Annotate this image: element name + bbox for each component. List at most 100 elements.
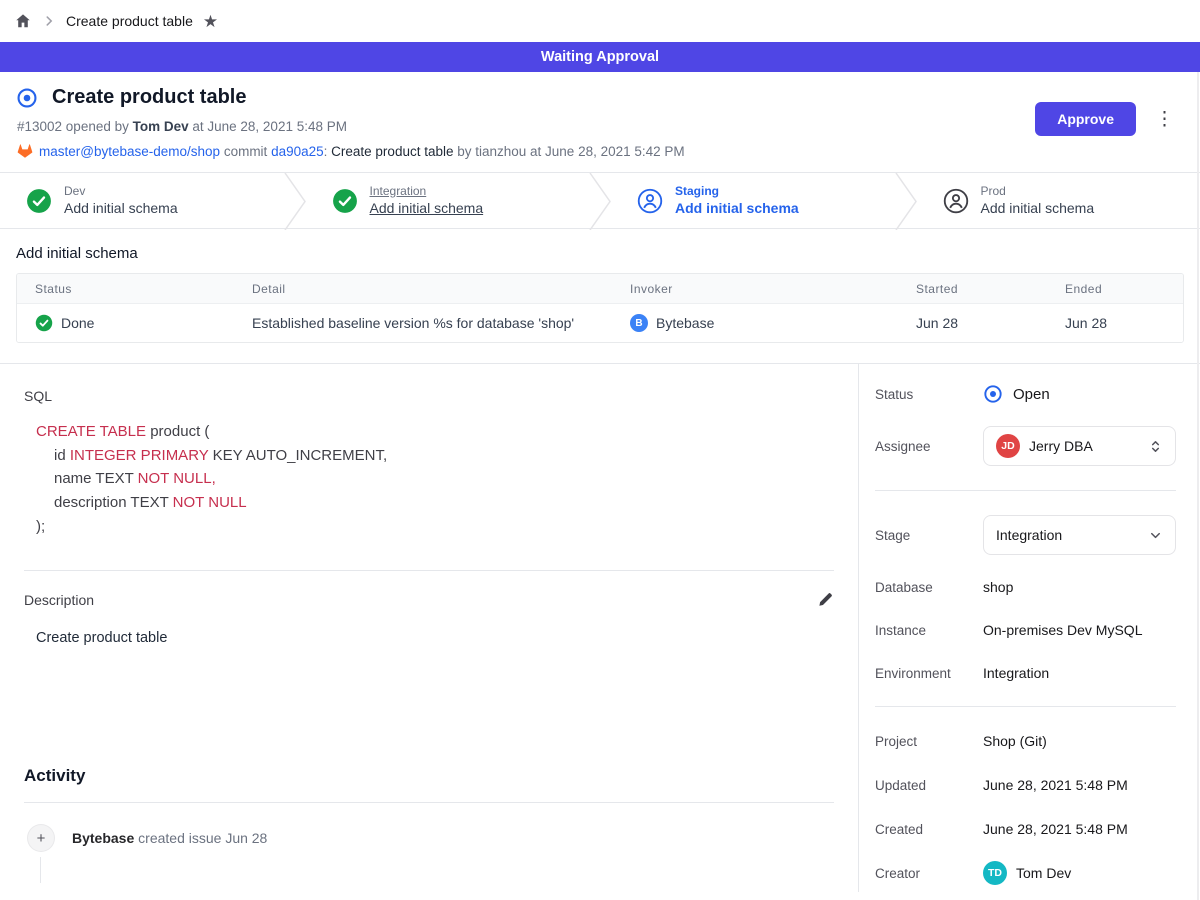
stage-separator [895,173,917,228]
breadcrumb: Create product table ★ [0,0,1200,42]
issue-sidebar: Status Open Assignee JD Jerry DBA [858,364,1200,892]
creator-avatar: TD [983,861,1007,885]
stage-prod[interactable]: Prod Add initial schema [917,173,1200,228]
status-label: Status [875,387,983,402]
git-commit-hash-link[interactable]: da90a25 [271,144,324,159]
bytebase-issue-page: Create product table ★ Waiting Approval … [0,0,1200,900]
activity-actor: Bytebase [72,830,134,846]
description-label: Description [24,592,94,608]
status-value: Open [1013,386,1050,403]
done-check-icon [35,314,53,332]
col-status: Status [17,282,234,296]
activity-item: + Bytebase created issue Jun 28 [28,825,834,851]
activity-section-title: Activity [24,766,834,786]
task-status: Done [61,315,94,331]
page-title: Create product table [52,86,246,109]
project-label: Project [875,734,983,749]
stage-separator [284,173,306,228]
col-detail: Detail [234,282,612,296]
assignee-select[interactable]: JD Jerry DBA [983,426,1176,466]
sql-line: description TEXT NOT NULL [36,491,834,515]
pipeline-stage-bar: Dev Add initial schema Integration Add i… [0,172,1200,229]
stage-task-label: Add initial schema [64,199,178,217]
stage-task-label: Add initial schema [675,199,799,217]
divider [875,706,1176,707]
git-commit-author-time: by tianzhou at June 28, 2021 5:42 PM [453,144,684,159]
unfold-chevrons-icon [1148,439,1163,454]
task-section-title: Add initial schema [16,245,1200,262]
sql-line: id INTEGER PRIMARY KEY AUTO_INCREMENT, [36,444,834,468]
issue-meta-prefix: #13002 opened by [17,119,133,134]
favorite-star-icon[interactable]: ★ [203,13,218,30]
updated-label: Updated [875,778,983,793]
git-commit-message: Create product table [331,144,453,159]
assignee-label: Assignee [875,439,983,454]
stage-label: Stage [875,528,983,543]
assignee-value: Jerry DBA [1029,438,1093,454]
home-icon[interactable] [14,12,32,30]
instance-label: Instance [875,623,983,638]
scrollbar-track[interactable] [1197,72,1199,900]
updated-value: June 28, 2021 5:48 PM [983,777,1128,793]
col-ended: Ended [1047,282,1183,296]
activity-action: created issue Jun 28 [134,830,267,846]
task-ended: Jun 28 [1065,315,1107,331]
stage-dev[interactable]: Dev Add initial schema [0,173,284,228]
git-commit-line: master@bytebase-demo/shop commit da90a25… [17,143,1176,159]
stage-integration[interactable]: Integration Add initial schema [306,173,590,228]
sql-code-block: CREATE TABLE product ( id INTEGER PRIMAR… [36,420,834,538]
sql-line: CREATE TABLE product ( [36,420,834,444]
environment-value: Integration [983,665,1049,681]
approve-button[interactable]: Approve [1035,102,1136,136]
stage-pending-person-icon [943,188,969,214]
breadcrumb-chevron-icon [42,14,56,28]
activity-create-icon: + [28,825,54,851]
approval-banner: Waiting Approval [0,42,1200,72]
task-started: Jun 28 [916,315,958,331]
git-commit-word: commit [224,144,268,159]
database-value: shop [983,579,1013,595]
stage-staging[interactable]: Staging Add initial schema [611,173,895,228]
col-started: Started [898,282,1047,296]
col-invoker: Invoker [612,282,898,296]
stage-done-check-icon [332,188,358,214]
divider [875,490,1176,491]
stage-env-label: Integration [370,184,484,200]
description-text: Create product table [36,630,834,646]
edit-pencil-icon[interactable] [817,591,834,608]
project-value: Shop (Git) [983,733,1047,749]
timeline-line [40,857,41,883]
sql-line: name TEXT NOT NULL, [36,467,834,491]
environment-label: Environment [875,666,983,681]
stage-task-label: Add initial schema [370,199,484,217]
database-label: Database [875,580,983,595]
issue-meta: #13002 opened by Tom Dev at June 28, 202… [17,119,1176,134]
divider [24,802,834,803]
kebab-menu-icon[interactable]: ⋮ [1151,108,1178,131]
task-detail: Established baseline version %s for data… [252,315,574,331]
stage-env-label: Prod [981,184,1095,200]
task-invoker: Bytebase [656,315,714,331]
issue-main-panel: SQL CREATE TABLE product ( id INTEGER PR… [0,364,858,892]
stage-task-label: Add initial schema [981,199,1095,217]
invoker-avatar: B [630,314,648,332]
stage-select[interactable]: Integration [983,515,1176,555]
creator-value: Tom Dev [1016,865,1071,881]
git-branch-repo-link[interactable]: master@bytebase-demo/shop [39,144,220,159]
stage-env-label: Staging [675,184,799,200]
status-open-icon [983,384,1003,404]
chevron-down-icon [1148,528,1163,543]
assignee-avatar: JD [996,434,1020,458]
stage-env-label: Dev [64,184,178,200]
created-value: June 28, 2021 5:48 PM [983,821,1128,837]
gitlab-icon [17,143,33,159]
sql-line: ); [36,515,834,539]
stage-pending-person-icon [637,188,663,214]
issue-header: Create product table #13002 opened by To… [0,72,1200,172]
table-row: Done Established baseline version %s for… [17,304,1183,342]
sql-section-label: SQL [24,388,834,404]
approval-banner-text: Waiting Approval [541,49,659,65]
divider [24,570,834,571]
issue-author: Tom Dev [133,119,189,134]
issue-open-icon [16,87,38,109]
